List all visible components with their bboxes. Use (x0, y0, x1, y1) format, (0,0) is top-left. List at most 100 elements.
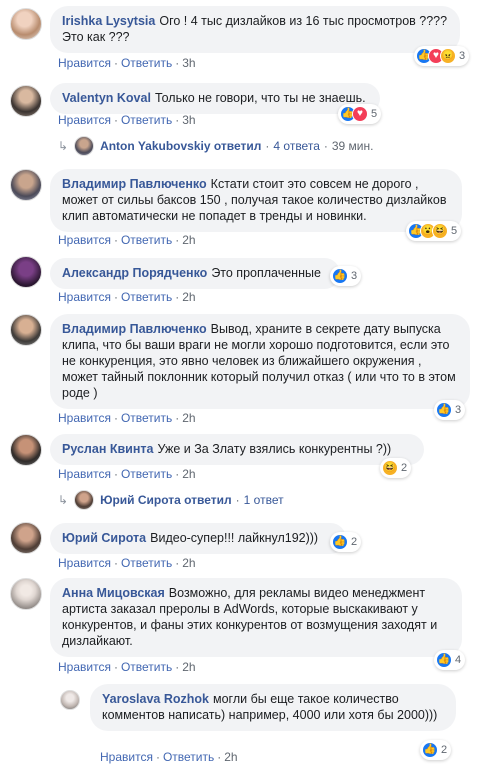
reaction-count: 2 (401, 462, 408, 474)
like-link[interactable]: Нравится (58, 556, 111, 570)
reactions-summary[interactable]: 👍 4 (434, 650, 466, 670)
reaction-count: 5 (371, 108, 378, 120)
reaction-count: 3 (455, 404, 462, 416)
comment-author[interactable]: Владимир Павлюченко (62, 322, 207, 336)
comment-time[interactable]: 3h (182, 113, 195, 127)
comment-bubble: Юрий Сирота Видео-супер!!! лайкнул192))) (50, 523, 346, 554)
reactions-summary[interactable]: 👍 2 (330, 532, 362, 552)
replies-summary[interactable]: ↳ Юрий Сирота ответил · 1 ответ (58, 490, 284, 510)
comment-time[interactable]: 2h (224, 750, 237, 764)
comment-author[interactable]: Владимир Павлюченко (62, 177, 207, 191)
like-reaction-icon: 👍 (332, 534, 348, 550)
haha-reaction-icon: 😆 (432, 223, 448, 239)
comment-bubble: Владимир Павлюченко Кстати стоит это совс… (50, 169, 462, 232)
reactions-summary[interactable]: 👍 3 (434, 400, 466, 420)
reply-link[interactable]: Ответить (121, 113, 172, 127)
like-link[interactable]: Нравится (58, 290, 111, 304)
avatar[interactable] (10, 8, 42, 40)
reply-link[interactable]: Ответить (121, 660, 172, 674)
comment-time[interactable]: 3h (182, 56, 195, 70)
reply-link[interactable]: Ответить (121, 556, 172, 570)
reactions-summary[interactable]: 👍 2 (420, 740, 452, 760)
avatar[interactable] (10, 169, 42, 201)
comment-text: Уже и За Злату взялись конкурентны ?)) (157, 442, 392, 456)
reactions-summary[interactable]: 👍 😮 😆 5 (406, 221, 462, 241)
reply-arrow-icon: ↳ (58, 493, 69, 507)
comment-time[interactable]: 2h (182, 467, 195, 481)
reply-link[interactable]: Ответить (121, 233, 172, 247)
reply-count[interactable]: 4 ответа (273, 139, 319, 153)
comment-bubble: Владимир Павлюченко Вывод, храните в секр… (50, 314, 470, 409)
comment-time[interactable]: 2h (182, 660, 195, 674)
reply-link[interactable]: Ответить (121, 411, 172, 425)
comment-bubble: Анна Мицовская Возможно, для рекламы виде… (50, 578, 462, 657)
replies-summary[interactable]: ↳ Anton Yakubovskiy ответил · 4 ответа · 39 … (58, 136, 373, 156)
reaction-count: 2 (441, 744, 448, 756)
reaction-count: 4 (455, 654, 462, 666)
like-link[interactable]: Нравится (58, 56, 111, 70)
comment-actions: Нравится · Ответить · 2h (58, 556, 196, 570)
comment-time[interactable]: 2h (182, 411, 195, 425)
comment-actions: Нравится · Ответить · 3h (58, 56, 196, 70)
like-link[interactable]: Нравится (100, 750, 153, 764)
comment-actions: Нравится · Ответить · 2h (58, 411, 196, 425)
reply-link[interactable]: Ответить (121, 56, 172, 70)
like-reaction-icon: 👍 (422, 742, 438, 758)
avatar[interactable] (10, 85, 42, 117)
comment-author[interactable]: Анна Мицовская (62, 586, 165, 600)
comment-author[interactable]: Руслан Квинта (62, 442, 153, 456)
comment-actions: Нравится · Ответить · 3h (58, 113, 196, 127)
avatar[interactable] (10, 434, 42, 466)
avatar[interactable] (10, 578, 42, 610)
comment-author[interactable]: Irishka Lysytsia (62, 14, 155, 28)
reply-link[interactable]: Ответить (163, 750, 214, 764)
reply-count[interactable]: 1 ответ (244, 493, 284, 507)
reaction-count: 3 (459, 50, 466, 62)
comment-time[interactable]: 2h (182, 290, 195, 304)
like-reaction-icon: 👍 (436, 402, 452, 418)
comment-time[interactable]: 2h (182, 556, 195, 570)
comment-author[interactable]: Yaroslava Rozhok (102, 692, 209, 706)
reactions-summary[interactable]: 👍 ♥ 5 (338, 104, 382, 124)
like-link[interactable]: Нравится (58, 660, 111, 674)
like-link[interactable]: Нравится (58, 113, 111, 127)
like-link[interactable]: Нравится (58, 467, 111, 481)
reply-link[interactable]: Ответить (121, 290, 172, 304)
avatar[interactable] (10, 522, 42, 554)
replier-avatar (74, 490, 95, 510)
reactions-summary[interactable]: 😆 2 (380, 458, 412, 478)
like-link[interactable]: Нравится (58, 411, 111, 425)
comment-author[interactable]: Юрий Сирота (62, 531, 146, 545)
reply-arrow-icon: ↳ (58, 139, 69, 153)
comment-author[interactable]: Александр Порядченко (62, 266, 207, 280)
replier-avatar (74, 136, 95, 156)
reply-link[interactable]: Ответить (121, 467, 172, 481)
like-link[interactable]: Нравится (58, 233, 111, 247)
reactions-summary[interactable]: 👍 ♥ 😠 3 (414, 46, 470, 66)
comment-bubble: Irishka Lysytsia Ого ! 4 тыс дизлайков из… (50, 6, 460, 53)
haha-reaction-icon: 😆 (382, 460, 398, 476)
like-reaction-icon: 👍 (436, 652, 452, 668)
avatar[interactable] (60, 690, 80, 710)
comment-text: Видео-супер!!! лайкнул192))) (150, 531, 319, 545)
comment-text: Это проплаченные (211, 266, 321, 280)
avatar[interactable] (10, 256, 42, 288)
avatar[interactable] (10, 314, 42, 346)
comment-time[interactable]: 2h (182, 233, 195, 247)
angry-reaction-icon: 😠 (440, 48, 456, 64)
comment-bubble: Valentyn Koval Только не говори, что ты н… (50, 83, 380, 114)
comment-text: Только не говори, что ты не знаешь. (154, 91, 366, 105)
reply-time: 39 мин. (331, 139, 374, 153)
comment-author[interactable]: Valentyn Koval (62, 91, 151, 105)
reactions-summary[interactable]: 👍 3 (330, 266, 362, 286)
comment-actions: Нравится · Ответить · 2h (100, 750, 238, 764)
comment-actions: Нравится · Ответить · 2h (58, 660, 196, 674)
comment-actions: Нравится · Ответить · 2h (58, 233, 196, 247)
love-reaction-icon: ♥ (352, 106, 368, 122)
comment-bubble: Руслан Квинта Уже и За Злату взялись конк… (50, 434, 424, 465)
reaction-count: 3 (351, 270, 358, 282)
replier-name[interactable]: Юрий Сирота ответил (100, 493, 232, 507)
reaction-count: 2 (351, 536, 358, 548)
comment-actions: Нравится · Ответить · 2h (58, 290, 196, 304)
replier-name[interactable]: Anton Yakubovskiy ответил (100, 139, 261, 153)
